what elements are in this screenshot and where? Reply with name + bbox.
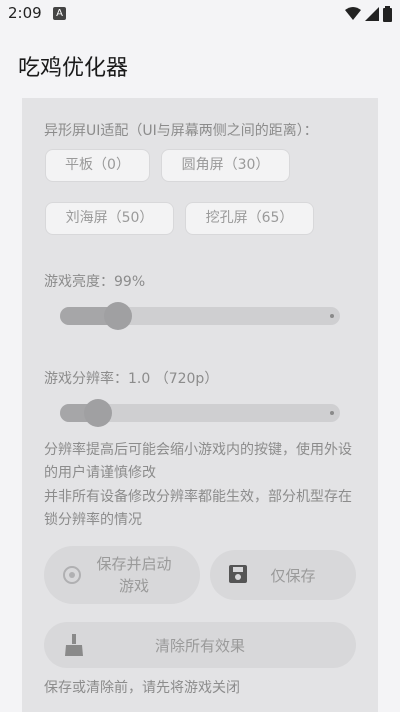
battery-icon [383, 6, 392, 22]
clear-all-label: 清除所有效果 [154, 636, 245, 655]
slider-end-dot [330, 314, 334, 318]
game-icon [63, 566, 81, 584]
status-icons [345, 6, 392, 22]
status-bar: 2:09 A [0, 0, 400, 30]
resolution-warning-1: 分辨率提高后可能会缩小游戏内的按键，使用外设的用户请谨慎修改 [44, 442, 352, 481]
footer-note: 保存或清除前，请先将游戏关闭 [44, 680, 240, 696]
broom-icon [65, 634, 83, 656]
resolution-slider[interactable] [60, 399, 340, 427]
app-title: 吃鸡优化器 [18, 56, 129, 81]
brightness-slider-thumb[interactable] [104, 302, 132, 330]
option-notch-screen[interactable]: 刘海屏（50） [45, 202, 174, 235]
status-time: 2:09 [8, 4, 42, 22]
option-punch-hole-screen[interactable]: 挖孔屏（65） [185, 202, 314, 235]
clear-all-button[interactable]: 清除所有效果 [44, 622, 356, 668]
right-margin [378, 98, 400, 712]
save-only-label: 仅保存 [270, 566, 316, 585]
save-only-button[interactable]: 仅保存 [210, 550, 356, 600]
brightness-label: 游戏亮度：99% [44, 274, 146, 290]
slider-end-dot [330, 411, 334, 415]
save-and-launch-button[interactable]: 保存并启动 游戏 [44, 546, 200, 604]
screen-fit-label: 异形屏UI适配（UI与屏幕两侧之间的距离）： [44, 123, 318, 139]
save-and-launch-label: 保存并启动 游戏 [96, 555, 172, 595]
wifi-icon [345, 7, 361, 20]
notification-icon: A [53, 7, 66, 20]
brightness-slider[interactable] [60, 302, 340, 330]
option-tablet[interactable]: 平板（0） [45, 149, 150, 182]
left-margin [0, 98, 22, 712]
signal-icon [365, 7, 379, 21]
resolution-slider-thumb[interactable] [84, 399, 112, 427]
resolution-warning-2: 并非所有设备修改分辨率都能生效，部分机型存在锁分辨率的情况 [44, 489, 352, 528]
option-rounded-screen[interactable]: 圆角屏（30） [161, 149, 290, 182]
app-bar: 吃鸡优化器 [0, 30, 400, 98]
save-icon [229, 565, 247, 583]
resolution-label: 游戏分辨率：1.0 （720p） [44, 371, 219, 387]
